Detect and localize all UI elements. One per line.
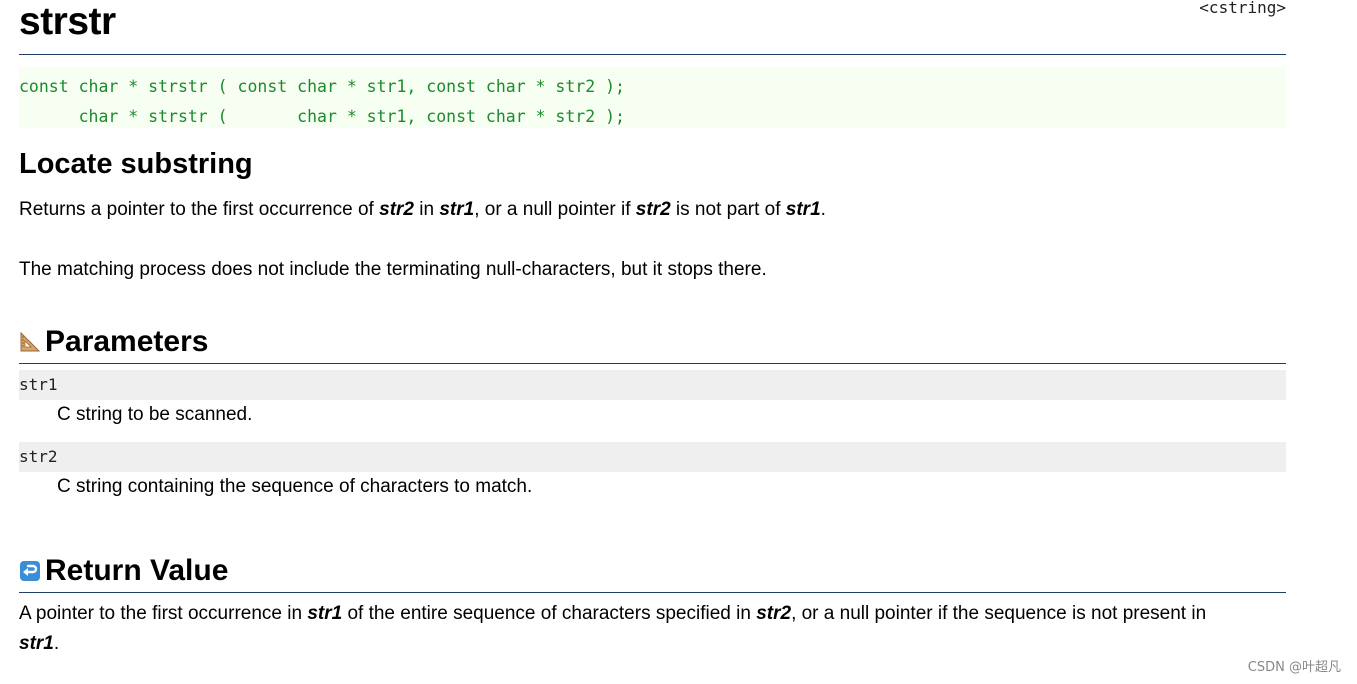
return-value-heading-label: Return Value [45, 554, 229, 587]
parameters-heading: Parameters [19, 317, 1286, 364]
text-segment: is not part of [670, 199, 786, 220]
text-segment: of the entire sequence of characters spe… [342, 603, 757, 624]
param-ref-str1: str1 [307, 603, 343, 624]
description-heading: Locate substring [19, 148, 253, 180]
page-title: strstr [19, 0, 116, 43]
text-segment: , or a null pointer if [474, 199, 636, 220]
param-ref-str2: str2 [635, 199, 671, 220]
description-paragraph-1: Returns a pointer to the first occurrenc… [19, 195, 1286, 225]
param-name-str2: str2 [19, 442, 1286, 472]
return-value-heading: Return Value [19, 546, 1286, 593]
prototype-line-nonconst: char * strstr ( char * str1, const char … [19, 107, 625, 126]
param-ref-str2: str2 [379, 199, 414, 220]
text-segment: , or a null pointer if the sequence is n… [791, 603, 1207, 624]
watermark: CSDN @叶超凡 [1247, 660, 1341, 675]
return-arrow-icon [19, 560, 41, 582]
prototype-line-const: const char * strstr ( const char * str1,… [19, 77, 625, 96]
text-segment: . [820, 199, 826, 220]
return-value-text: A pointer to the first occurrence in str… [19, 599, 1286, 659]
param-name-str1: str1 [19, 370, 1286, 400]
description-paragraph-2: The matching process does not include th… [19, 259, 767, 280]
param-ref-str2: str2 [756, 603, 792, 624]
param-ref-str1: str1 [19, 633, 54, 654]
param-desc-str2: C string containing the sequence of char… [57, 476, 533, 497]
param-desc-str1: C string to be scanned. [57, 404, 253, 425]
text-segment: A pointer to the first occurrence in [19, 603, 308, 624]
prototype-block: const char * strstr ( const char * str1,… [19, 67, 1286, 128]
param-ref-str1: str1 [439, 199, 475, 220]
parameters-heading-label: Parameters [45, 325, 209, 358]
text-segment: Returns a pointer to the first occurrenc… [19, 199, 380, 220]
text-segment: . [53, 633, 60, 654]
set-square-icon [19, 331, 41, 353]
title-row: strstr <cstring> [19, 0, 1286, 55]
reference-page: strstr <cstring> const char * strstr ( c… [19, 0, 1286, 659]
header-library-link[interactable]: <cstring> [1199, 0, 1286, 17]
text-segment: in [413, 199, 440, 220]
param-ref-str1: str1 [785, 199, 821, 220]
